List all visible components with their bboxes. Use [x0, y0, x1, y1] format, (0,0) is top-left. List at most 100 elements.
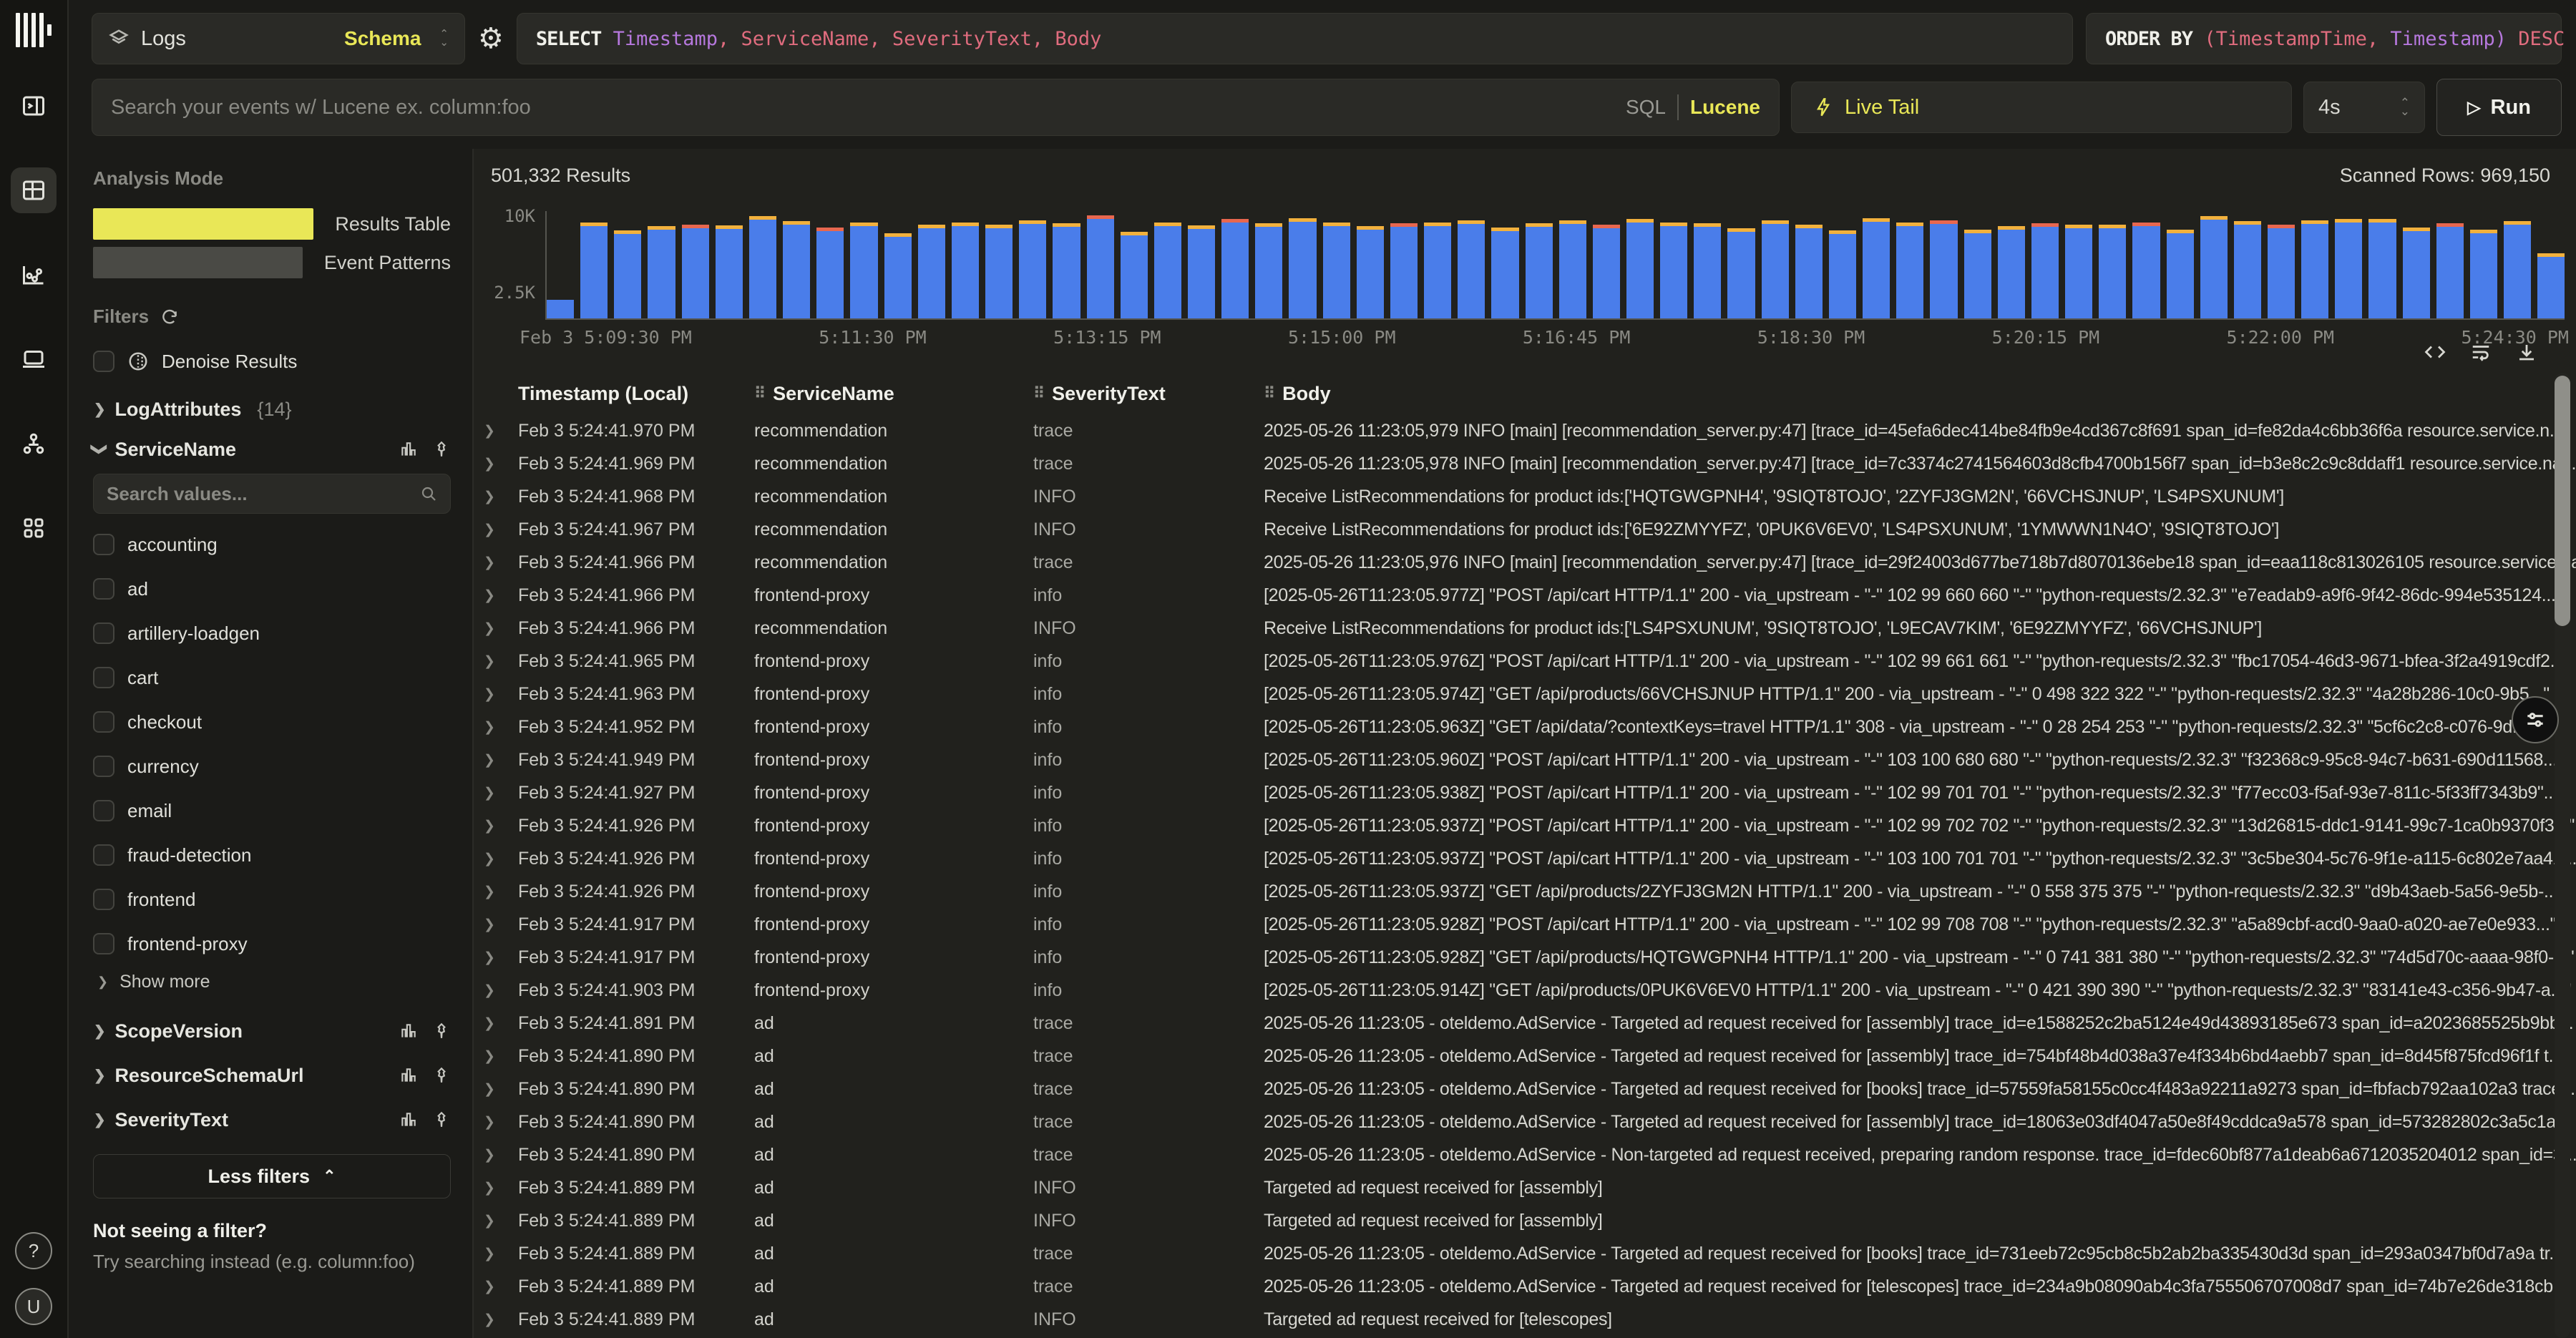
pin-icon[interactable] [432, 1022, 451, 1040]
histogram-bar[interactable] [1626, 219, 1654, 318]
schema-label[interactable]: Schema [344, 27, 421, 50]
section-resourceschemaurl[interactable]: ❯ResourceSchemaUrl [93, 1055, 451, 1095]
histogram-bar[interactable] [1458, 220, 1485, 318]
service-filter-frontend-proxy[interactable]: frontend-proxy [93, 927, 451, 960]
column-header-severitytext[interactable]: ⠿SeverityText [1033, 383, 1264, 405]
checkbox[interactable] [93, 844, 114, 866]
histogram-bar[interactable] [1593, 225, 1620, 318]
histogram-bar[interactable] [1930, 220, 1957, 318]
histogram-bar[interactable] [682, 225, 709, 318]
histogram-bar[interactable] [1357, 226, 1384, 318]
histogram-icon[interactable] [399, 440, 418, 459]
histogram-bar[interactable] [1019, 220, 1046, 318]
checkbox[interactable] [93, 534, 114, 555]
histogram-bar[interactable] [1255, 223, 1282, 318]
service-filter-accounting[interactable]: accounting [93, 528, 451, 561]
apps-grid-icon[interactable] [11, 505, 57, 551]
histogram-bar[interactable] [1424, 223, 1451, 318]
gear-icon[interactable]: ⚙ [478, 24, 504, 53]
table-row[interactable]: ❯Feb 3 5:24:41.969 PMrecommendationtrace… [474, 447, 2576, 480]
table-row[interactable]: ❯Feb 3 5:24:41.889 PMadINFOTargeted ad r… [474, 1303, 2576, 1336]
histogram-bar[interactable] [1896, 223, 1923, 318]
checkbox[interactable] [93, 711, 114, 733]
table-row[interactable]: ❯Feb 3 5:24:41.890 PMadtrace2025-05-26 1… [474, 1073, 2576, 1105]
table-row[interactable]: ❯Feb 3 5:24:41.926 PMfrontend-proxyinfo[… [474, 842, 2576, 875]
chart-explorer-icon[interactable] [11, 252, 57, 298]
service-filter-cart[interactable]: cart [93, 661, 451, 694]
histogram-bar[interactable] [2537, 253, 2565, 318]
histogram-bar[interactable] [918, 225, 945, 318]
histogram-bar[interactable] [1829, 230, 1856, 318]
histogram-icon[interactable] [399, 1022, 418, 1040]
service-filter-frontend[interactable]: frontend [93, 883, 451, 916]
histogram-bar[interactable] [816, 228, 844, 318]
histogram-icon[interactable] [399, 1110, 418, 1129]
drag-handle-icon[interactable]: ⠿ [1033, 384, 1043, 403]
histogram-bar[interactable] [1121, 232, 1148, 318]
histogram-bar[interactable] [884, 233, 912, 318]
histogram-bar[interactable] [716, 225, 743, 318]
service-filter-email[interactable]: email [93, 794, 451, 827]
histogram-bar[interactable] [2132, 223, 2160, 318]
histogram-bar[interactable] [614, 230, 641, 318]
table-row[interactable]: ❯Feb 3 5:24:41.926 PMfrontend-proxyinfo[… [474, 809, 2576, 842]
checkbox[interactable] [93, 933, 114, 954]
histogram-bar[interactable] [1323, 223, 1350, 318]
histogram-bar[interactable] [2099, 225, 2126, 318]
histogram-bar[interactable] [2368, 219, 2396, 318]
terminal-panel-icon[interactable] [11, 83, 57, 129]
denoise-checkbox[interactable] [93, 351, 114, 372]
pin-icon[interactable] [432, 1110, 451, 1129]
histogram-bar[interactable] [1762, 220, 1789, 318]
checkbox[interactable] [93, 889, 114, 910]
histogram-bar[interactable] [1795, 225, 1823, 318]
histogram-bar[interactable] [1998, 226, 2025, 318]
histogram-bars[interactable] [545, 211, 2565, 320]
pin-icon[interactable] [432, 1066, 451, 1085]
service-filter-artillery-loadgen[interactable]: artillery-loadgen [93, 617, 451, 650]
table-row[interactable]: ❯Feb 3 5:24:41.966 PMrecommendationtrace… [474, 546, 2576, 579]
interval-chevrons-icon[interactable]: ⌃⌄ [2400, 99, 2410, 116]
service-filter-checkout[interactable]: checkout [93, 705, 451, 738]
run-button[interactable]: ▷ Run [2436, 79, 2562, 136]
table-row[interactable]: ❯Feb 3 5:24:41.927 PMfrontend-proxyinfo[… [474, 776, 2576, 809]
checkbox[interactable] [93, 756, 114, 777]
column-header-body[interactable]: ⠿Body [1264, 383, 2576, 405]
drag-handle-icon[interactable]: ⠿ [754, 384, 764, 403]
table-row[interactable]: ❯Feb 3 5:24:41.891 PMadtrace2025-05-26 1… [474, 1007, 2576, 1040]
table-row[interactable]: ❯Feb 3 5:24:41.952 PMfrontend-proxyinfo[… [474, 710, 2576, 743]
histogram-bar[interactable] [1053, 223, 1080, 318]
histogram-bar[interactable] [1154, 223, 1181, 318]
histogram-bar[interactable] [2470, 230, 2497, 318]
histogram-bar[interactable] [1964, 230, 1991, 318]
histogram-bar[interactable] [2504, 221, 2531, 318]
table-row[interactable]: ❯Feb 3 5:24:41.889 PMadtrace2025-05-26 1… [474, 1270, 2576, 1303]
histogram-bar[interactable] [2065, 225, 2092, 318]
denoise-filter[interactable]: Denoise Results [93, 345, 451, 378]
table-row[interactable]: ❯Feb 3 5:24:41.890 PMadtrace2025-05-26 1… [474, 1138, 2576, 1171]
table-row[interactable]: ❯Feb 3 5:24:41.890 PMadtrace2025-05-26 1… [474, 1040, 2576, 1073]
pin-icon[interactable] [432, 440, 451, 459]
table-row[interactable]: ❯Feb 3 5:24:41.889 PMadtrace2025-05-26 1… [474, 1237, 2576, 1270]
table-row[interactable]: ❯Feb 3 5:24:41.917 PMfrontend-proxyinfo[… [474, 941, 2576, 974]
histogram-bar[interactable] [2268, 225, 2295, 318]
histogram-bar[interactable] [783, 221, 810, 318]
histogram-bar[interactable] [2167, 230, 2194, 318]
table-row[interactable]: ❯Feb 3 5:24:41.967 PMrecommendationINFOR… [474, 513, 2576, 546]
histogram-bar[interactable] [985, 225, 1013, 318]
histogram-bar[interactable] [1863, 218, 1890, 318]
table-row[interactable]: ❯Feb 3 5:24:41.965 PMfrontend-proxyinfo[… [474, 645, 2576, 678]
histogram-bar[interactable] [2200, 216, 2228, 318]
checkbox[interactable] [93, 622, 114, 644]
histogram-icon[interactable] [399, 1066, 418, 1085]
help-icon[interactable]: ? [15, 1232, 52, 1269]
table-row[interactable]: ❯Feb 3 5:24:41.966 PMrecommendationINFOR… [474, 612, 2576, 645]
drag-handle-icon[interactable]: ⠿ [1264, 384, 1274, 403]
search-input[interactable]: Search your events w/ Lucene ex. column:… [92, 79, 1780, 136]
checkbox[interactable] [93, 800, 114, 821]
histogram-bar[interactable] [580, 223, 608, 318]
histogram-bar[interactable] [1390, 223, 1418, 318]
wrap-lines-icon[interactable] [2470, 341, 2492, 363]
download-icon[interactable] [2516, 341, 2537, 363]
less-filters-button[interactable]: Less filters ⌃ [93, 1154, 451, 1198]
